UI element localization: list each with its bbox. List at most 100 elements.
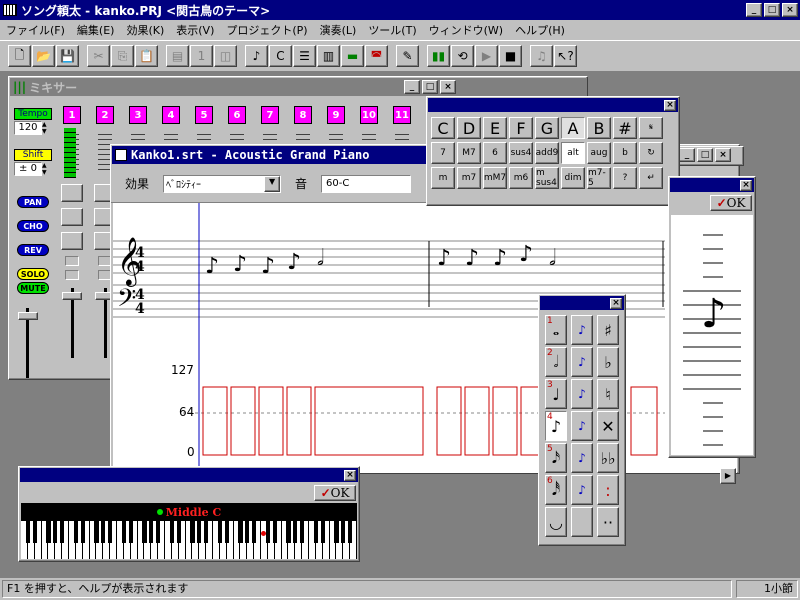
note-panel-ok-button[interactable]: ✓ OK <box>710 195 752 211</box>
menu-window[interactable]: ウィンドウ(W) <box>423 22 509 38</box>
new-file-icon[interactable]: 🗋 <box>8 45 31 67</box>
black-key[interactable] <box>94 521 99 543</box>
black-key[interactable] <box>176 521 181 543</box>
tuplet-icon[interactable]: ♪ <box>571 347 593 377</box>
menu-tools[interactable]: ツール(T) <box>362 22 422 38</box>
tuplet-icon[interactable]: ♪ <box>571 315 593 345</box>
menu-help[interactable]: ヘルプ(H) <box>509 22 571 38</box>
chord-button[interactable]: B <box>587 117 611 139</box>
bg-close-button[interactable]: × <box>715 148 731 162</box>
menu-effect[interactable]: 効果(K) <box>120 22 170 38</box>
keyboard-ok-button[interactable]: ✓ OK <box>314 485 356 501</box>
chord-button[interactable]: m7-5 <box>587 167 611 189</box>
loop-edit-icon[interactable]: ◫ <box>214 45 237 67</box>
note-duration-button[interactable]: 5 𝅘𝅥𝅯 <box>545 443 567 473</box>
mixer-close-button[interactable]: × <box>440 80 456 94</box>
chord-button[interactable]: mM7 <box>483 167 507 189</box>
chord-button[interactable]: 7 <box>431 142 455 164</box>
channel-number[interactable]: 10 <box>360 106 378 124</box>
menu-play[interactable]: 演奏(L) <box>314 22 363 38</box>
menu-file[interactable]: ファイル(F) <box>0 22 71 38</box>
chord-button[interactable]: m sus4 <box>535 167 559 189</box>
black-key[interactable] <box>265 521 271 543</box>
track-icon[interactable]: ▤ <box>166 45 189 67</box>
open-folder-icon[interactable]: 📂 <box>32 45 55 67</box>
black-key[interactable] <box>25 521 31 543</box>
shift-value[interactable]: ± 0 <box>14 162 42 176</box>
repeat-icon[interactable]: ⟲ <box>451 45 474 67</box>
chord-button[interactable]: m6 <box>509 167 533 189</box>
channel-number[interactable]: 3 <box>129 106 147 124</box>
save-icon[interactable]: 💾 <box>56 45 79 67</box>
piano-keyboard[interactable] <box>21 521 357 559</box>
black-key[interactable] <box>53 521 58 543</box>
note-duration-button[interactable]: 4 ♪ <box>545 411 567 441</box>
chord-button[interactable]: G <box>535 117 559 139</box>
chord-view-icon[interactable]: C <box>269 45 292 67</box>
black-key[interactable] <box>121 521 127 543</box>
enter-icon[interactable]: ↵ <box>639 167 663 189</box>
black-key[interactable] <box>251 521 257 543</box>
tempo-spinner[interactable]: ▲ ▼ <box>42 121 50 135</box>
tuplet-icon[interactable]: ♪ <box>571 443 593 473</box>
dot-icon[interactable]: : <box>597 475 619 505</box>
scroll-right-arrow[interactable]: ▶ <box>720 468 736 484</box>
channel-number[interactable]: 5 <box>195 106 213 124</box>
shift-spinner[interactable]: ▲ ▼ <box>42 162 50 176</box>
black-key[interactable] <box>80 521 85 543</box>
black-key[interactable] <box>128 521 133 543</box>
flat-icon[interactable]: ♭ <box>597 347 619 377</box>
mixer-minimize-button[interactable]: _ <box>404 80 420 94</box>
chord-button[interactable]: 6 <box>483 142 507 164</box>
pan-knob[interactable] <box>61 184 83 202</box>
chord-button[interactable]: A <box>561 117 585 139</box>
channel-number[interactable]: 4 <box>162 106 180 124</box>
close-button[interactable]: × <box>782 3 798 17</box>
black-key[interactable] <box>313 521 319 543</box>
mute-toggle[interactable] <box>65 270 79 280</box>
chord-button[interactable]: D <box>457 117 481 139</box>
channel-number[interactable]: 8 <box>294 106 312 124</box>
tuplet-icon[interactable]: ♪ <box>571 411 593 441</box>
bg-maximize-button[interactable]: □ <box>697 148 713 162</box>
black-key[interactable] <box>334 521 339 543</box>
bg-minimize-button[interactable]: _ <box>679 148 695 162</box>
chord-button[interactable]: dim <box>561 167 585 189</box>
score-canvas[interactable]: 𝄞 𝄢 4 4 4 4 ♪ ♪ ♪ ♪ 𝅗𝅥 ♪ ♪ ♪ ♪ 𝅗𝅥 <box>113 203 737 473</box>
black-key[interactable] <box>46 521 51 543</box>
chord-button[interactable]: ? <box>613 167 637 189</box>
chord-button[interactable]: F <box>509 117 533 139</box>
effect-select[interactable]: ﾍﾞﾛｼﾃｨｰ ▼ <box>163 174 282 193</box>
note-duration-button[interactable]: 3 ♩ <box>545 379 567 409</box>
tuplet-icon[interactable]: ♪ <box>571 475 593 505</box>
channel-number[interactable]: 11 <box>393 106 411 124</box>
note-palette-close-button[interactable]: × <box>610 297 622 309</box>
drum-view-icon[interactable]: ◚ <box>365 45 388 67</box>
mixer-maximize-button[interactable]: □ <box>422 80 438 94</box>
double-flat-icon[interactable]: ♭♭ <box>597 443 619 473</box>
paste-icon[interactable]: 📋 <box>135 45 158 67</box>
dotted-icon[interactable]: ·· <box>597 507 619 537</box>
chord-button[interactable]: b <box>613 142 637 164</box>
chord-button[interactable]: C <box>431 117 455 139</box>
play-icon[interactable]: ▶ <box>475 45 498 67</box>
note-duration-button[interactable]: 1 𝅝 <box>545 315 567 345</box>
black-key[interactable] <box>286 521 291 543</box>
sharp-icon[interactable]: ♯ <box>597 315 619 345</box>
black-key[interactable] <box>190 521 195 543</box>
maximize-button[interactable]: □ <box>764 3 780 17</box>
about-icon[interactable]: ♫ <box>530 45 553 67</box>
sound-field[interactable]: 60-C <box>321 174 412 193</box>
cut-icon[interactable]: ✂ <box>87 45 110 67</box>
stop-icon[interactable]: ■ <box>499 45 522 67</box>
mixer-view-icon[interactable]: ▬ <box>341 45 364 67</box>
menu-edit[interactable]: 編集(E) <box>71 22 121 38</box>
chord-palette-close-button[interactable]: × <box>664 99 676 111</box>
menu-project[interactable]: プロジェクト(P) <box>220 22 313 38</box>
natural-icon[interactable]: ♮ <box>597 379 619 409</box>
cho-button[interactable]: CHO <box>17 220 49 232</box>
black-key[interactable] <box>224 521 229 543</box>
black-key[interactable] <box>155 521 161 543</box>
keyboard-close-button[interactable]: × <box>344 469 356 481</box>
blank-slot[interactable] <box>571 507 593 537</box>
